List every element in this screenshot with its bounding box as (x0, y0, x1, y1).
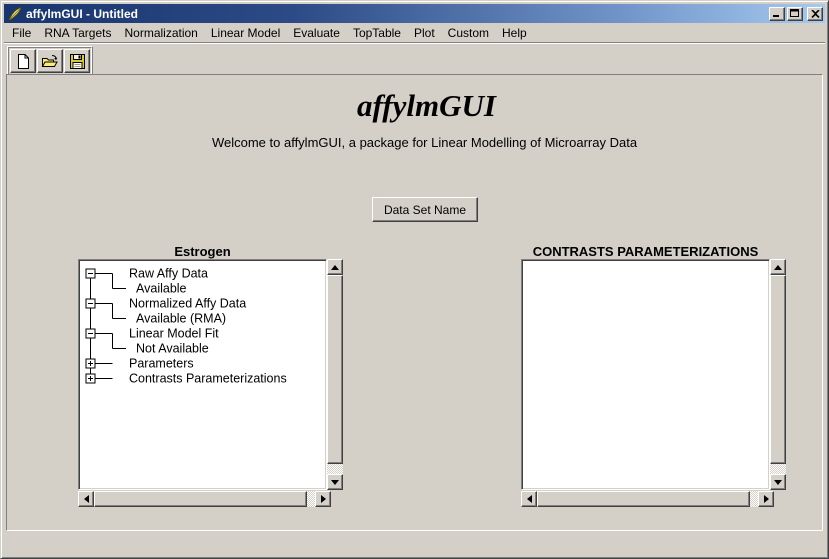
welcome-text: Welcome to affylmGUI, a package for Line… (27, 135, 822, 150)
left-panel-title: Estrogen (78, 244, 327, 259)
toolbar-group (7, 46, 93, 76)
tree-toggle-linear-model-fit[interactable] (86, 329, 95, 338)
contrasts-panel (521, 259, 787, 508)
arrow-up-icon (774, 265, 782, 270)
menu-normalization[interactable]: Normalization (120, 24, 203, 42)
dataset-name-button[interactable]: Data Set Name (372, 197, 478, 222)
menu-evaluate[interactable]: Evaluate (288, 24, 345, 42)
tree-toggle-raw-affy-data[interactable] (86, 269, 95, 278)
main-canvas: affylmGUI Welcome to affylmGUI, a packag… (6, 74, 823, 531)
menu-rna-targets[interactable]: RNA Targets (39, 24, 116, 42)
status-bar (4, 531, 825, 555)
tree-node-contrasts-parameterizations[interactable]: Contrasts Parameterizations (129, 372, 287, 386)
open-file-button[interactable] (37, 49, 63, 73)
close-button[interactable] (807, 7, 823, 21)
scroll-down-button[interactable] (770, 474, 786, 490)
new-file-button[interactable] (10, 49, 36, 73)
scroll-left-button[interactable] (521, 491, 537, 507)
arrow-left-icon (84, 495, 89, 503)
tree-node-raw-affy-data[interactable]: Raw Affy Data (129, 267, 208, 281)
save-file-button[interactable] (64, 49, 90, 73)
maximize-icon (790, 9, 800, 18)
vertical-scroll-thumb[interactable] (327, 275, 343, 464)
tree-node-raw-available[interactable]: Available (136, 282, 187, 296)
horizontal-scroll-thumb[interactable] (537, 491, 750, 507)
save-floppy-icon (69, 53, 86, 70)
menu-custom[interactable]: Custom (443, 24, 494, 42)
scroll-left-button[interactable] (78, 491, 94, 507)
menu-file[interactable]: File (7, 24, 36, 42)
tree-node-normalized-affy-data[interactable]: Normalized Affy Data (129, 297, 246, 311)
close-icon (811, 10, 820, 18)
menu-plot[interactable]: Plot (409, 24, 440, 42)
contrasts-horizontal-scrollbar[interactable] (521, 491, 774, 507)
menu-help[interactable]: Help (497, 24, 532, 42)
window-title: affylmGUI - Untitled (26, 5, 767, 23)
contrasts-listbox[interactable] (521, 259, 770, 490)
app-title: affylmGUI (31, 88, 822, 124)
tree-toggle-normalized-affy-data[interactable] (86, 299, 95, 308)
title-bar[interactable]: affylmGUI - Untitled (4, 4, 825, 23)
tree-horizontal-scrollbar[interactable] (78, 491, 331, 507)
menu-bar: File RNA Targets Normalization Linear Mo… (4, 23, 825, 42)
tree-node-parameters[interactable]: Parameters (129, 357, 194, 371)
scroll-up-button[interactable] (770, 259, 786, 275)
open-folder-icon (41, 53, 59, 70)
right-panel-title: CONTRASTS PARAMETERIZATIONS (521, 244, 770, 259)
tree-node-normalized-available[interactable]: Available (RMA) (136, 312, 226, 326)
arrow-right-icon (764, 495, 769, 503)
scroll-up-button[interactable] (327, 259, 343, 275)
arrow-down-icon (774, 480, 782, 485)
tree-vertical-scrollbar[interactable] (327, 259, 343, 490)
tk-feather-icon (7, 6, 23, 22)
tree-toggle-parameters[interactable] (86, 359, 95, 368)
menu-toptable[interactable]: TopTable (348, 24, 406, 42)
contrasts-vertical-scrollbar[interactable] (770, 259, 786, 490)
maximize-button[interactable] (787, 7, 803, 21)
arrow-up-icon (331, 265, 339, 270)
scroll-right-button[interactable] (315, 491, 331, 507)
arrow-left-icon (527, 495, 532, 503)
dataset-tree[interactable]: Raw Affy Data Available Normalized Affy … (81, 262, 326, 489)
toolbar (4, 42, 825, 74)
minimize-icon (772, 9, 782, 18)
tree-node-linear-model-fit[interactable]: Linear Model Fit (129, 327, 219, 341)
tree-toggle-contrasts-parameterizations[interactable] (86, 374, 95, 383)
dataset-tree-panel: Raw Affy Data Available Normalized Affy … (78, 259, 344, 508)
dataset-tree-listbox[interactable]: Raw Affy Data Available Normalized Affy … (78, 259, 327, 490)
new-document-icon (15, 53, 32, 70)
vertical-scroll-thumb[interactable] (770, 275, 786, 464)
arrow-down-icon (331, 480, 339, 485)
application-window: affylmGUI - Untitled File RNA Targets No… (0, 0, 829, 559)
horizontal-scroll-thumb[interactable] (94, 491, 307, 507)
tree-node-fit-not-available[interactable]: Not Available (136, 342, 209, 356)
scroll-right-button[interactable] (758, 491, 774, 507)
menu-linear-model[interactable]: Linear Model (206, 24, 285, 42)
arrow-right-icon (321, 495, 326, 503)
scroll-down-button[interactable] (327, 474, 343, 490)
minimize-button[interactable] (769, 7, 785, 21)
